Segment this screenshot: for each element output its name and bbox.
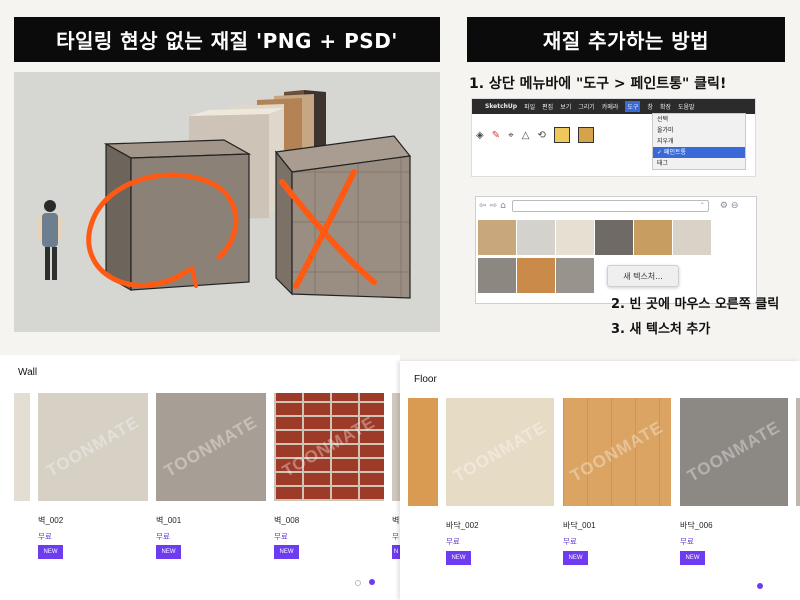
new-texture-context-item[interactable]: 새 텍스처... [607,265,679,287]
floor-thumbnail[interactable]: TOONMATE [446,398,554,506]
menu-file[interactable]: 파일 [524,102,535,111]
tiling-comparison-illustration [14,72,440,332]
wall-item-name[interactable]: 벽_008 [274,515,299,526]
tools-menu-eraser[interactable]: 지우개 [653,136,745,147]
wall-item-price: 무 [392,532,399,541]
menu-edit[interactable]: 편집 [542,102,553,111]
component-icon[interactable] [577,127,594,143]
wall-item-price: 무료 [274,532,288,541]
material-swatch[interactable] [556,220,594,255]
floor-item-price: 무료 [563,537,577,546]
pencil-icon[interactable]: ✎ [492,130,500,141]
menu-camera[interactable]: 카메라 [602,102,619,111]
materials-toolbar: ⇦ ⇨ ⌂ ⌃ ⚙ ⊖ [476,197,756,215]
watermark: TOONMATE [684,417,784,486]
tiled-cube [274,135,412,299]
step-1-text: 1. 상단 메뉴바에 "도구 > 페인트통" 클릭! [469,76,727,92]
floor-title: Floor [414,374,437,385]
wall-item-price: 무료 [156,532,170,541]
step-2-text: 2. 빈 곳에 마우스 오른쪽 클릭 [611,297,780,312]
watermark: TOONMATE [161,412,261,481]
paint-bucket-icon[interactable] [553,127,570,143]
wall-item-name[interactable]: 벽_002 [38,515,63,526]
menu-draw[interactable]: 그리기 [578,102,595,111]
carousel-dot-active[interactable] [369,579,375,585]
tools-menu-lasso[interactable]: 올가미 [653,125,745,136]
wall-title: Wall [18,367,38,378]
new-badge: N [392,545,400,559]
new-badge: NEW [156,545,181,559]
sketchup-toolbar: ◈ ✎ ⌖ △ ⟲ [476,127,594,143]
sketchup-menubar: SketchUp 파일 편집 보기 그리기 카메라 도구 창 확장 도움말 [472,99,755,114]
menu-window[interactable]: 창 [647,102,653,111]
floor-item-name[interactable]: 바닥_001 [563,520,596,531]
wall-thumbnail[interactable]: TOONMATE [274,393,384,501]
floor-item-name[interactable]: 바닥_002 [446,520,479,531]
tools-menu-tag[interactable]: 태그 [653,158,745,169]
menu-sketchup[interactable]: SketchUp [485,103,517,110]
material-swatch[interactable] [478,258,516,293]
watermark: TOONMATE [43,412,143,481]
material-swatch[interactable] [634,220,672,255]
floor-item-price: 무료 [446,537,460,546]
floor-thumbnail-partial[interactable] [408,398,438,506]
dropdown-chevron-icon: ⌃ [699,202,705,209]
materials-select[interactable]: ⌃ [511,200,709,212]
minus-icon[interactable]: ⊖ [731,201,739,211]
new-badge: NEW [680,551,705,565]
menu-view[interactable]: 보기 [560,102,571,111]
title-banner-right: 재질 추가하는 방법 [467,17,785,62]
wall-item-name[interactable]: 벽 [392,515,400,526]
menu-extensions[interactable]: 확장 [660,102,671,111]
material-swatch[interactable] [517,258,555,293]
warning-icon[interactable]: △ [522,130,530,141]
carousel-dot[interactable] [355,580,361,586]
scene-svg [38,90,412,299]
material-swatch[interactable] [556,258,594,293]
watermark: TOONMATE [279,412,379,481]
gear-icon[interactable]: ⚙ [720,201,728,211]
select-icon[interactable]: ⌖ [508,130,514,141]
new-badge: NEW [446,551,471,565]
floor-item-name[interactable]: 바닥_006 [680,520,713,531]
title-right: 재질 추가하는 방법 [542,29,710,53]
material-swatch[interactable] [517,220,555,255]
wall-item-name[interactable]: 벽_001 [156,515,181,526]
watermark: TOONMATE [450,417,550,486]
new-badge: NEW [274,545,299,559]
wall-thumbnail[interactable]: TOONMATE [156,393,266,501]
wall-thumbnail-partial[interactable] [392,393,400,501]
material-swatch[interactable] [673,220,711,255]
eraser-icon[interactable]: ◈ [476,130,484,141]
menu-tools[interactable]: 도구 [625,101,641,112]
menu-help[interactable]: 도움말 [678,102,695,111]
person-figure [38,200,62,280]
back-arrow-icon[interactable]: ⇦ [479,201,487,211]
wall-item-price: 무료 [38,532,52,541]
floor-thumbnail-partial[interactable] [796,398,800,506]
title-banner-left: 타일링 현상 없는 재질 'PNG + PSD' [14,17,440,62]
new-badge: NEW [563,551,588,565]
tools-menu-paint-bucket[interactable]: ✓ 페인트통 [653,147,745,158]
floor-thumbnail[interactable]: TOONMATE [680,398,788,506]
tape-icon[interactable]: ⟲ [537,130,545,141]
tools-dropdown-menu: 선택 올가미 지우개 ✓ 페인트통 태그 [652,113,746,170]
material-swatch[interactable] [595,220,633,255]
new-badge: NEW [38,545,63,559]
title-left: 타일링 현상 없는 재질 'PNG + PSD' [56,29,398,53]
watermark: TOONMATE [567,417,667,486]
material-swatch[interactable] [478,220,516,255]
forward-arrow-icon[interactable]: ⇨ [490,201,498,211]
wall-thumbnail[interactable]: TOONMATE [38,393,148,501]
tools-menu-select[interactable]: 선택 [653,114,745,125]
wall-thumbnail-partial[interactable] [14,393,30,501]
home-icon[interactable]: ⌂ [500,201,506,211]
floor-thumbnail[interactable]: TOONMATE [563,398,671,506]
seamless-cube [103,139,252,292]
step-3-text: 3. 새 텍스처 추가 [611,322,711,337]
carousel-dot-active[interactable] [757,583,763,589]
floor-item-price: 무료 [680,537,694,546]
